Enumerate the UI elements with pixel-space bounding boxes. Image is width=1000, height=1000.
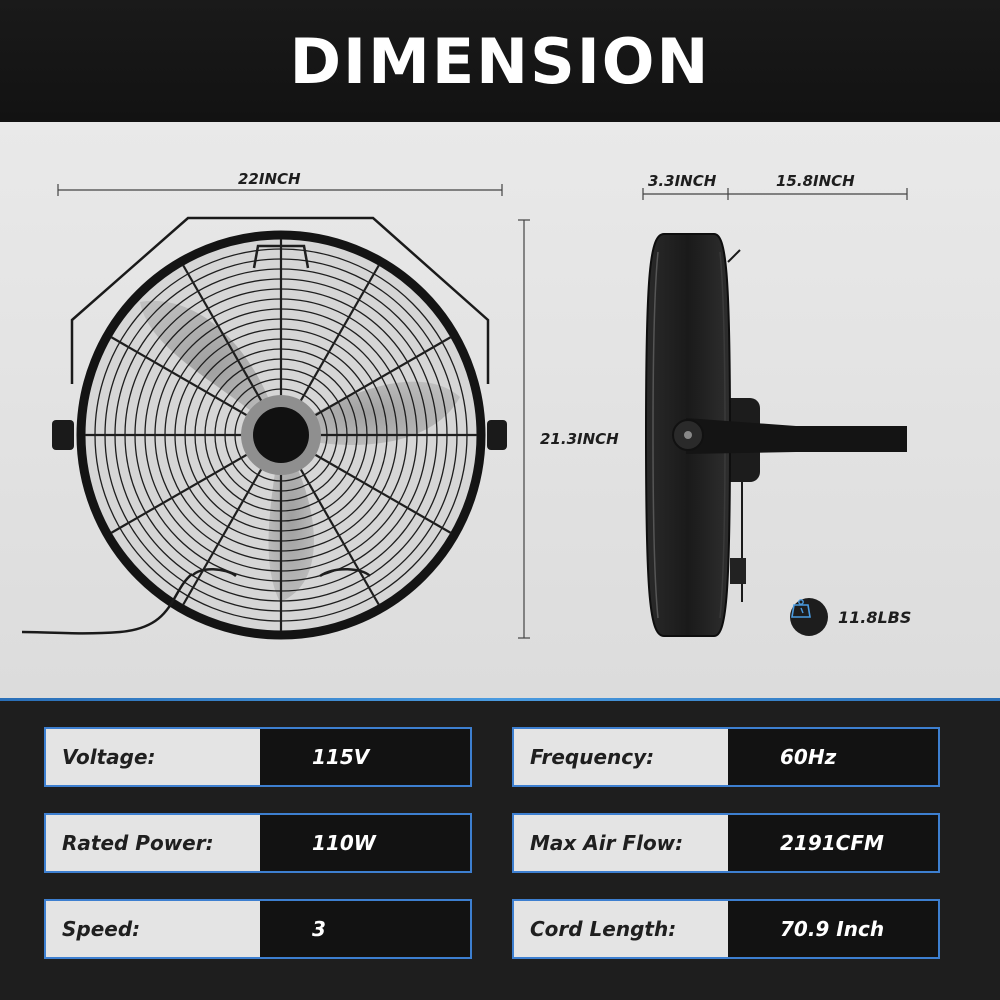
spec-label: Voltage: bbox=[46, 729, 260, 785]
weight-scale-icon bbox=[790, 598, 828, 636]
product-dimension-panel: 22INCH 21.3INCH 3.3INCH 15.8INCH 11.8LBS bbox=[0, 122, 1000, 700]
spec-label: Frequency: bbox=[514, 729, 728, 785]
spec-voltage: Voltage: 115V bbox=[44, 727, 472, 787]
spec-table: Voltage: 115V Frequency: 60Hz Rated Powe… bbox=[0, 701, 1000, 1000]
spec-value: 3 bbox=[260, 901, 470, 957]
spec-value: 2191CFM bbox=[728, 815, 938, 871]
spec-rated-power: Rated Power: 110W bbox=[44, 813, 472, 873]
spec-value: 60Hz bbox=[728, 729, 938, 785]
spec-value: 115V bbox=[260, 729, 470, 785]
spec-value: 70.9 Inch bbox=[728, 901, 938, 957]
depth-front-label: 3.3INCH bbox=[648, 172, 717, 190]
depth-mount-label: 15.8INCH bbox=[776, 172, 855, 190]
fan-front-view bbox=[21, 216, 507, 640]
spec-frequency: Frequency: 60Hz bbox=[512, 727, 940, 787]
page-title: DIMENSION bbox=[289, 24, 711, 98]
height-label: 21.3INCH bbox=[540, 430, 619, 448]
width-label: 22INCH bbox=[238, 170, 301, 188]
fan-side-view bbox=[644, 233, 907, 637]
spec-value: 110W bbox=[260, 815, 470, 871]
spec-label: Cord Length: bbox=[514, 901, 728, 957]
header-banner: DIMENSION bbox=[0, 0, 1000, 122]
spec-max-air-flow: Max Air Flow: 2191CFM bbox=[512, 813, 940, 873]
weight-indicator: 11.8LBS bbox=[790, 598, 911, 636]
weight-label: 11.8LBS bbox=[838, 607, 912, 627]
spec-label: Speed: bbox=[46, 901, 260, 957]
spec-cord-length: Cord Length: 70.9 Inch bbox=[512, 899, 940, 959]
spec-label: Rated Power: bbox=[46, 815, 260, 871]
spec-label: Max Air Flow: bbox=[514, 815, 728, 871]
spec-speed: Speed: 3 bbox=[44, 899, 472, 959]
height-dimension-line bbox=[518, 219, 530, 639]
